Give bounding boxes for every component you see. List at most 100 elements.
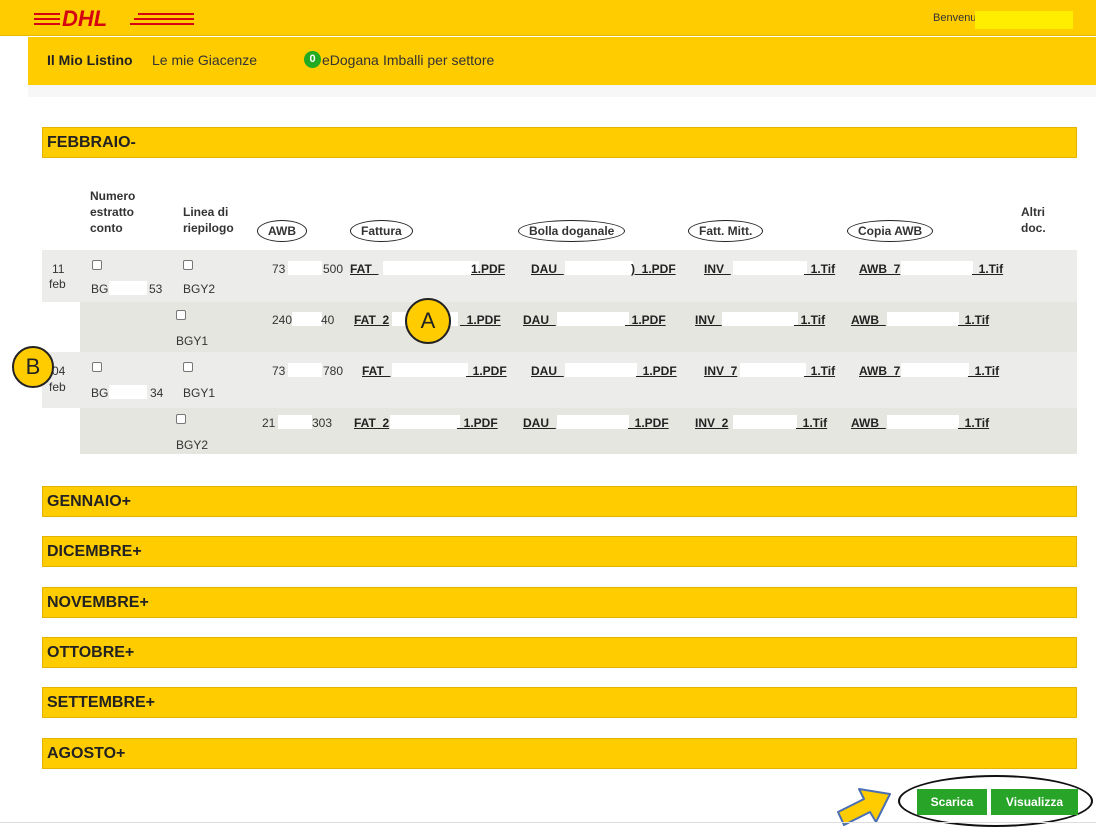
row-month: feb [49,380,66,394]
bolla-link[interactable]: DAU_ [523,416,556,430]
month-header-novembre[interactable]: NOVEMBRE+ [42,587,1077,618]
fatt-mitt-link-tail[interactable]: _1.Tif [794,313,825,327]
bolla-link[interactable]: DAU_ [531,364,564,378]
copia-awb-link-tail[interactable]: _1.Tif [958,416,989,430]
awb-value: 21 [262,416,276,430]
col-header-linea: Linea di riepilogo [183,205,234,235]
redaction-mask [390,415,460,429]
main-nav: Il Mio Listino Le mie Giacenze 0 eDogana… [28,37,1096,85]
redaction-mask [292,312,322,326]
fatt-mitt-link[interactable]: INV_2 [695,416,728,430]
top-header: DHL Benvenuto [0,0,1096,36]
col-header-copia-awb: Copia AWB [847,220,934,242]
estratto-checkbox[interactable] [92,260,102,270]
copia-awb-link[interactable]: AWB_ [851,313,886,327]
fattura-link[interactable]: FAT_ [350,262,378,276]
row-indent [42,302,80,352]
redaction-mask [109,281,147,295]
estratto-value-tail: 34 [150,386,164,400]
fattura-link-tail[interactable]: 1.PDF [471,262,505,276]
giacenze-count-badge: 0 [304,51,321,68]
copia-awb-link-tail[interactable]: _1.Tif [968,364,999,378]
bolla-link-tail[interactable]: _1.PDF [636,364,677,378]
dhl-logo[interactable]: DHL [34,6,194,30]
redaction-mask [887,312,959,326]
fattura-link-tail[interactable]: _1.PDF [466,364,507,378]
copia-awb-link[interactable]: AWB_7 [859,262,900,276]
redaction-mask [733,261,807,275]
redaction-mask [722,312,798,326]
bolla-link-tail[interactable]: _1.PDF [628,416,669,430]
fatt-mitt-link[interactable]: INV_ [704,262,731,276]
col-header-fatt-mitt: Fatt. Mitt. [688,220,764,242]
month-header-dicembre[interactable]: DICEMBRE+ [42,536,1077,567]
annotation-marker-b: B [12,346,54,388]
redaction-mask [288,261,322,275]
content-top-strip [28,85,1096,97]
copia-awb-link[interactable]: AWB_7 [859,364,900,378]
nav-item-imballi[interactable]: Imballi per settore [383,52,494,68]
linea-checkbox[interactable] [176,310,186,320]
annotation-marker-a: A [405,298,451,344]
month-header-agosto[interactable]: AGOSTO+ [42,738,1077,769]
fatt-mitt-link-tail[interactable]: _1.Tif [796,416,827,430]
redaction-mask [109,385,147,399]
redaction-mask [565,261,633,275]
nav-item-edogana[interactable]: eDogana [322,52,379,68]
estratto-value: BG [91,282,109,296]
col-header-altri: Altri doc. [1021,205,1046,235]
awb-value-tail: 780 [323,364,344,378]
redaction-mask [887,415,959,429]
awb-value: 240 [272,313,293,327]
copia-awb-link-tail[interactable]: _1.Tif [972,262,1003,276]
redaction-mask [901,261,973,275]
linea-value: BGY2 [176,438,209,452]
redaction-mask [901,363,969,377]
fattura-link[interactable]: FAT_2 [354,416,389,430]
redaction-mask [565,363,637,377]
fattura-link[interactable]: FAT_2 [354,313,389,327]
month-header-settembre[interactable]: SETTEMBRE+ [42,687,1077,718]
fattura-link[interactable]: FAT_ [362,364,390,378]
visualizza-button[interactable]: Visualizza [991,789,1078,815]
row-day: 11 [52,262,65,276]
fatt-mitt-link[interactable]: INV_7 [704,364,737,378]
col-header-awb: AWB [257,220,307,242]
bolla-link-tail[interactable]: )_1.PDF [631,262,676,276]
fatt-mitt-link[interactable]: INV_ [695,313,722,327]
bolla-link[interactable]: DAU_ [531,262,564,276]
redaction-mask [278,415,312,429]
fattura-link-tail[interactable]: _1.PDF [457,416,498,430]
arrow-right-icon [837,788,891,826]
month-header-febbraio[interactable]: FEBBRAIO- [42,127,1077,158]
bolla-link[interactable]: DAU_ [523,313,556,327]
col-header-numero: Numero estratto conto [90,189,136,235]
copia-awb-link[interactable]: AWB_ [851,416,886,430]
estratto-value: BG [91,386,109,400]
nav-item-mio-listino[interactable]: Il Mio Listino [47,52,133,68]
fattura-link-tail[interactable]: _1.PDF [460,313,501,327]
redaction-mask [288,363,322,377]
month-header-gennaio[interactable]: GENNAIO+ [42,486,1077,517]
row-month: feb [49,277,66,291]
linea-value: BGY1 [176,334,209,348]
linea-checkbox[interactable] [183,260,193,270]
redaction-mask [392,363,468,377]
awb-value: 73 [272,364,286,378]
awb-value-tail: 303 [312,416,333,430]
bolla-link-tail[interactable]: _1.PDF [625,313,666,327]
linea-value: BGY1 [183,386,216,400]
linea-checkbox[interactable] [183,362,193,372]
linea-checkbox[interactable] [176,414,186,424]
scarica-button[interactable]: Scarica [917,789,987,815]
estratto-checkbox[interactable] [92,362,102,372]
fatt-mitt-link-tail[interactable]: _1.Tif [804,262,835,276]
month-header-ottobre[interactable]: OTTOBRE+ [42,637,1077,668]
fatt-mitt-link-tail[interactable]: _1.Tif [804,364,835,378]
nav-item-giacenze[interactable]: Le mie Giacenze [152,52,257,68]
redaction-mask [557,312,629,326]
user-name-highlight [975,11,1073,29]
awb-value-tail: 500 [323,262,344,276]
copia-awb-link-tail[interactable]: _1.Tif [958,313,989,327]
footer-divider [0,822,1096,823]
